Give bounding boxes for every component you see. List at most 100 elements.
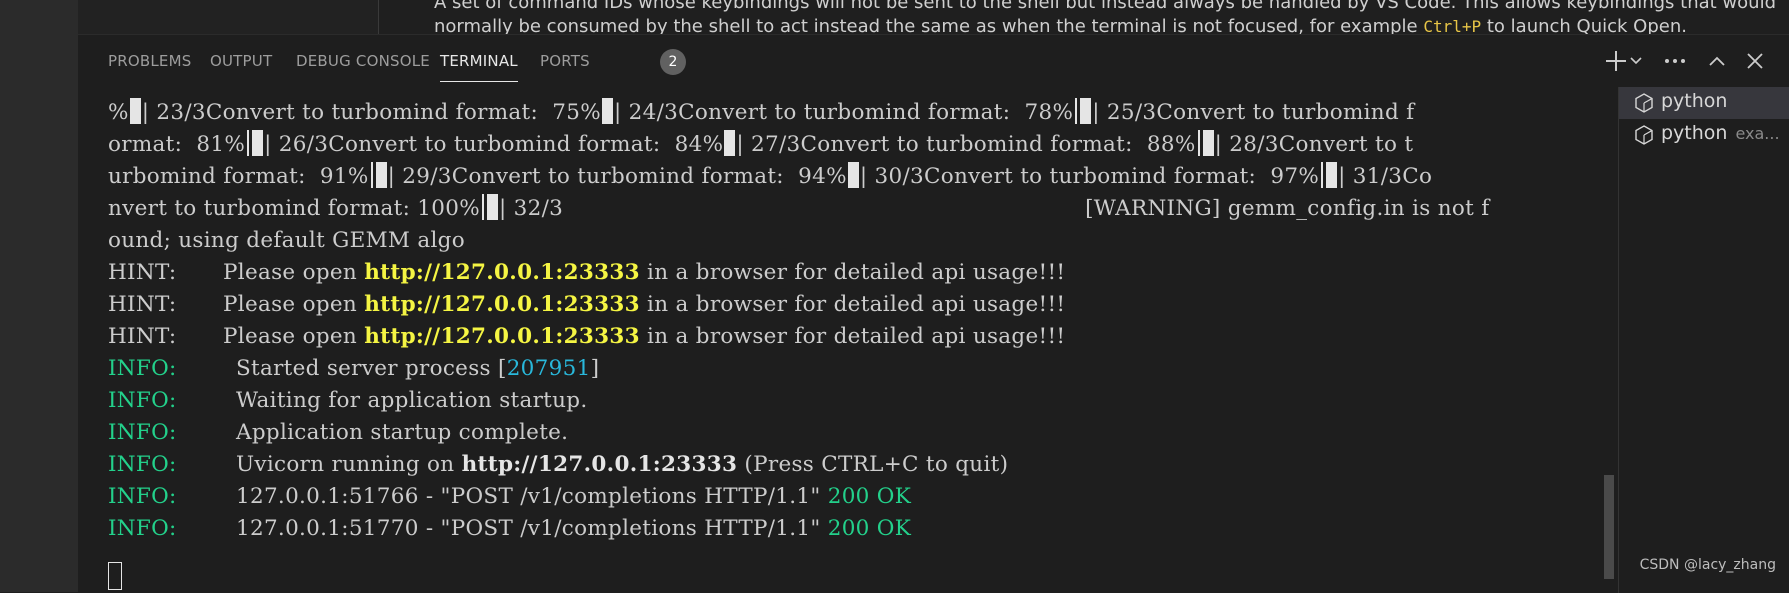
warning-text: [WARNING] gemm_config.in is not f (1085, 196, 1490, 221)
tab-terminal[interactable]: TERMINAL (440, 52, 518, 82)
terminal-icon (1635, 93, 1653, 113)
info-label: INFO: (108, 388, 177, 413)
progress-block (1197, 130, 1200, 156)
terminal-line: ound; using default GEMM algo (108, 228, 465, 253)
hint-url-link[interactable]: http://127.0.0.1:23333 (364, 260, 640, 285)
terminal-scrollbar[interactable] (1604, 475, 1614, 579)
hint-line: HINT: Please open http://127.0.0.1:23333 … (108, 289, 1065, 321)
log-text: | 29/3Convert to turbomind format: 94% (387, 164, 847, 189)
terminal-line: nvert to turbomind format: 100% | 32/3 [WA… (108, 193, 1489, 225)
close-icon[interactable] (1745, 45, 1765, 87)
progress-block (601, 98, 613, 124)
chevron-down-icon[interactable] (1629, 45, 1643, 87)
keybinding-label: Ctrl+P (1423, 17, 1482, 34)
log-text: Application startup complete. (236, 420, 569, 445)
hint-text: Please open (223, 292, 365, 317)
hint-line: HINT: Please open http://127.0.0.1:23333 … (108, 257, 1065, 289)
log-text: urbomind format: 91% (108, 164, 369, 189)
log-text: Uvicorn running on (236, 452, 462, 477)
progress-block (486, 194, 498, 220)
terminal-tab-label: python exa... (1661, 122, 1780, 144)
setting-description-line: A set of command IDs whose keybindings w… (434, 0, 1777, 13)
progress-block (129, 98, 141, 124)
progress-block (247, 130, 250, 156)
terminal-description: exa... (1735, 124, 1780, 143)
info-label: INFO: (108, 452, 177, 477)
log-text: | 23/3Convert to turbomind format: 75% (141, 100, 601, 125)
status-ok: 200 OK (827, 484, 912, 509)
ports-count-badge: 2 (660, 49, 686, 75)
tab-debug-console[interactable]: DEBUG CONSOLE (296, 52, 430, 70)
progress-block (370, 162, 373, 188)
hint-label: HINT: (108, 292, 177, 317)
log-text: | 27/3Convert to turbomind format: 88% (736, 132, 1196, 157)
log-text: Started server process [ (236, 356, 507, 381)
server-url-link[interactable]: http://127.0.0.1:23333 (462, 452, 738, 477)
settings-sidebar (78, 0, 379, 34)
info-label: INFO: (108, 516, 177, 541)
info-line: INFO: Uvicorn running on http://127.0.0.1… (108, 449, 1008, 481)
request-log: 127.0.0.1:51770 - "POST /v1/completions … (236, 516, 828, 541)
hint-text: in a browser for detailed api usage!!! (639, 292, 1066, 317)
hint-text: in a browser for detailed api usage!!! (639, 324, 1066, 349)
new-terminal-icon[interactable] (1605, 45, 1627, 87)
tab-output[interactable]: OUTPUT (210, 52, 272, 70)
terminal-line: ormat: 81% | 26/3Convert to turbomind for… (108, 129, 1413, 161)
progress-block (481, 194, 484, 220)
terminal-tab-python-2[interactable]: python exa... (1619, 119, 1789, 151)
info-line: INFO: 127.0.0.1:51770 - "POST /v1/complet… (108, 513, 911, 545)
terminal-line: % | 23/3Convert to turbomind format: 75% |… (108, 97, 1414, 129)
description-text: normally be consumed by the shell to act… (434, 16, 1424, 34)
activity-bar (0, 0, 78, 592)
terminal-icon (1635, 125, 1653, 145)
log-text: ormat: 81% (108, 132, 246, 157)
terminal-line: urbomind format: 91% | 29/3Convert to tur… (108, 161, 1432, 193)
more-icon[interactable] (1663, 45, 1687, 87)
info-label: INFO: (108, 420, 177, 445)
terminal-tab-label: python (1661, 90, 1727, 112)
editor-peek: A set of command IDs whose keybindings w… (78, 0, 1789, 34)
process-id: 207951 (506, 356, 591, 381)
watermark: CSDN @lacy_zhang (1639, 557, 1776, 573)
progress-block (1075, 98, 1078, 124)
tab-ports[interactable]: PORTS (540, 52, 590, 70)
progress-block (1326, 162, 1338, 188)
hint-url-link[interactable]: http://127.0.0.1:23333 (364, 324, 640, 349)
log-text: (Press CTRL+C to quit) (737, 452, 1009, 477)
terminal-cursor (108, 562, 122, 590)
hint-url-link[interactable]: http://127.0.0.1:23333 (364, 292, 640, 317)
tab-problems[interactable]: PROBLEMS (108, 52, 191, 70)
panel-actions (1599, 45, 1789, 77)
log-text: | 32/3 (498, 196, 564, 221)
log-text: | 25/3Convert to turbomind f (1092, 100, 1415, 125)
hint-label: HINT: (108, 324, 177, 349)
info-line: INFO: Application startup complete. (108, 417, 568, 449)
hint-label: HINT: (108, 260, 177, 285)
description-text: to launch Quick Open. (1481, 16, 1687, 34)
terminal-tabs-list: python python exa... CSDN @lacy_zhang (1618, 87, 1789, 593)
chevron-up-icon[interactable] (1707, 45, 1727, 87)
terminal-name: python (1661, 90, 1728, 112)
log-text: nvert to turbomind format: 100% (108, 196, 480, 221)
bottom-panel: PROBLEMS OUTPUT DEBUG CONSOLE TERMINAL P… (78, 34, 1789, 593)
hint-text: Please open (223, 260, 365, 285)
info-line: INFO: 127.0.0.1:51766 - "POST /v1/complet… (108, 481, 911, 513)
info-line: INFO: Waiting for application startup. (108, 385, 587, 417)
hint-line: HINT: Please open http://127.0.0.1:23333 … (108, 321, 1065, 353)
log-text: ] (590, 356, 600, 381)
log-text: | 31/3Co (1338, 164, 1433, 189)
log-text: | 24/3Convert to turbomind format: 78% (613, 100, 1074, 125)
log-text: | 28/3Convert to t (1214, 132, 1414, 157)
terminal-tab-python[interactable]: python (1619, 87, 1789, 119)
log-text: | 30/3Convert to turbomind format: 97% (859, 164, 1320, 189)
status-ok: 200 OK (827, 516, 912, 541)
log-text: % (108, 100, 129, 125)
panel-tabs: PROBLEMS OUTPUT DEBUG CONSOLE TERMINAL P… (78, 35, 1578, 87)
request-log: 127.0.0.1:51766 - "POST /v1/completions … (236, 484, 828, 509)
progress-block (252, 130, 264, 156)
info-line: INFO: Started server process [207951] (108, 353, 599, 385)
progress-block (847, 162, 859, 188)
progress-block (1321, 162, 1324, 188)
progress-block (1080, 98, 1092, 124)
info-label: INFO: (108, 356, 177, 381)
